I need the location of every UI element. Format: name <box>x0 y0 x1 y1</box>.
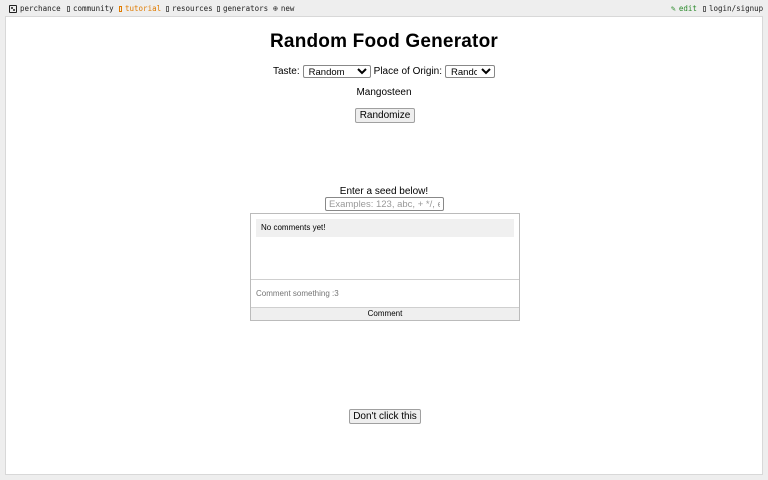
chat-icon <box>67 5 70 12</box>
nav-login-label: login/signup <box>709 4 764 13</box>
comment-input[interactable] <box>251 280 519 307</box>
nav-tutorial[interactable]: tutorial <box>119 4 161 13</box>
nav-resources-label: resources <box>172 4 213 13</box>
page-title: Random Food Generator <box>270 31 498 52</box>
comments-list: No comments yet! <box>251 214 519 280</box>
generator-panel: Random Food Generator Taste: Random Plac… <box>5 16 763 475</box>
link-icon <box>166 5 169 12</box>
plus-circle-icon: ⊕ <box>273 3 278 13</box>
nav-community-label: community <box>73 4 114 13</box>
seed-label: Enter a seed below! <box>339 186 429 197</box>
nav-tutorial-label: tutorial <box>125 4 162 13</box>
taste-select[interactable]: Random <box>302 65 371 78</box>
seed-input[interactable] <box>325 197 444 211</box>
dice-icon <box>9 4 17 13</box>
taste-label: Taste: <box>272 66 300 77</box>
no-comments-message: No comments yet! <box>256 219 514 237</box>
nav-login[interactable]: login/signup <box>703 4 763 13</box>
filter-controls: Taste: Random Place of Origin: Random <box>6 65 762 78</box>
nav-community[interactable]: community <box>67 4 114 13</box>
comments-box: No comments yet! Comment <box>250 213 520 321</box>
user-icon <box>703 5 706 12</box>
pencil-icon: ✎ <box>671 3 676 13</box>
nav-generators[interactable]: generators <box>217 4 268 13</box>
top-nav: perchance community tutorial resources g… <box>0 0 768 16</box>
list-icon <box>217 5 220 12</box>
nav-new[interactable]: ⊕ new <box>273 4 294 13</box>
randomize-button[interactable]: Randomize <box>355 108 415 123</box>
nav-resources[interactable]: resources <box>166 4 213 13</box>
generated-food: Mangosteen <box>356 87 412 98</box>
nav-perchance-label: perchance <box>20 4 61 13</box>
origin-select[interactable]: Random <box>445 65 496 78</box>
nav-generators-label: generators <box>223 4 269 13</box>
origin-label: Place of Origin: <box>373 66 443 77</box>
comment-button[interactable]: Comment <box>251 307 519 320</box>
nav-perchance[interactable]: perchance <box>9 4 61 13</box>
dont-click-button[interactable]: Don't click this <box>349 409 421 424</box>
nav-edit-label: edit <box>678 4 697 13</box>
book-icon <box>119 5 122 12</box>
nav-new-label: new <box>280 4 295 13</box>
nav-edit[interactable]: ✎ edit <box>671 4 697 13</box>
